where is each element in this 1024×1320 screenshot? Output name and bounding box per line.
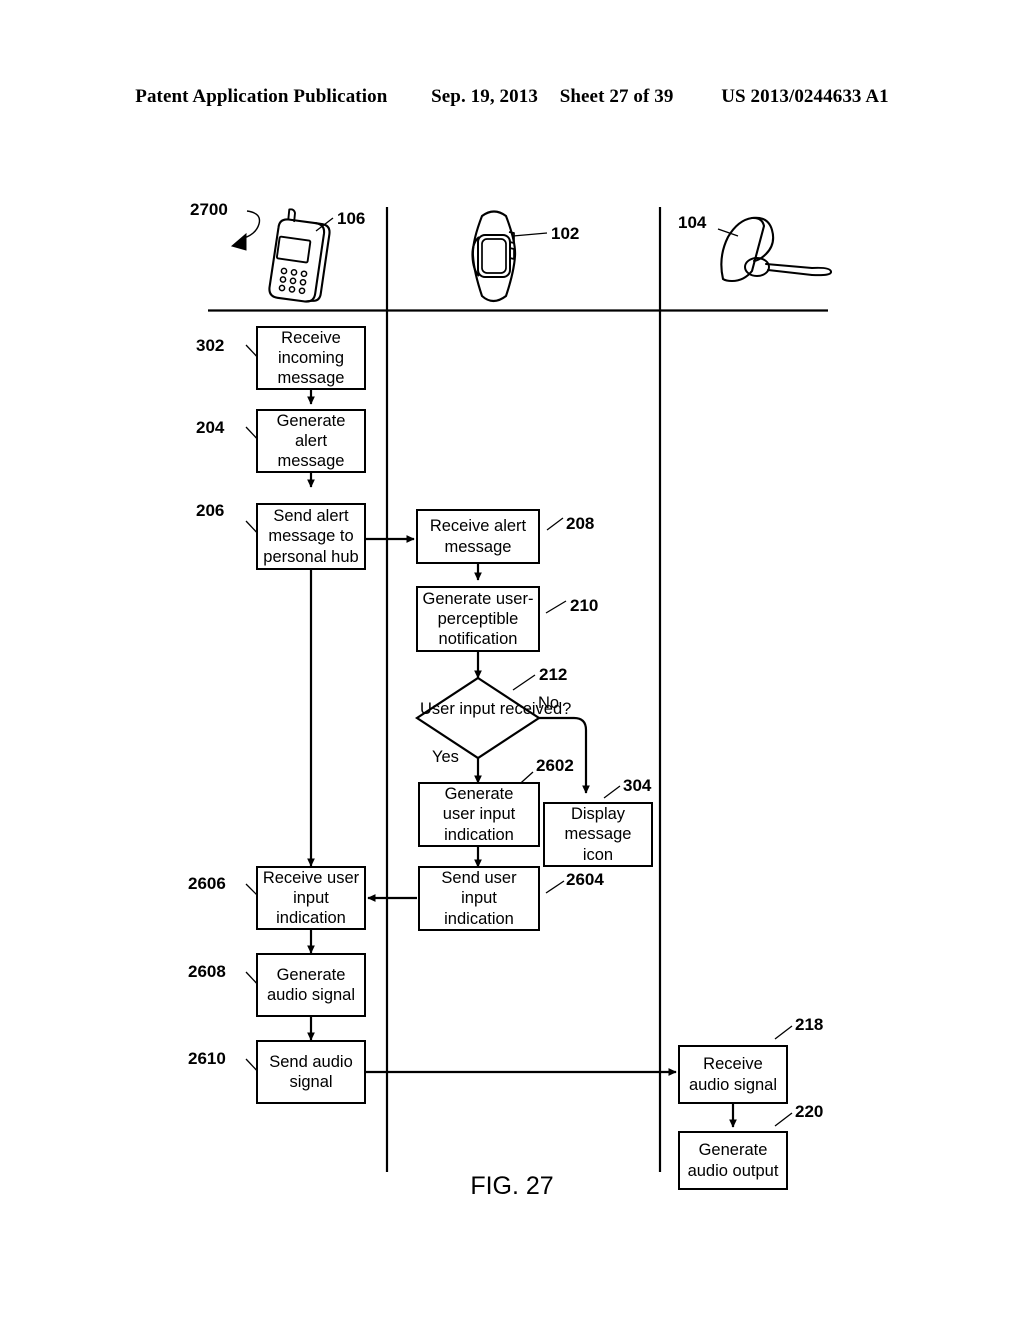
flow-box-204: Generate alert message: [256, 409, 366, 473]
flow-box-2608-line2: audio signal: [266, 986, 356, 1004]
refnum-220: 220: [795, 1102, 824, 1121]
flow-box-210-line1: Generate user-: [422, 589, 534, 608]
flow-box-304-line1: Display: [570, 805, 626, 824]
flow-box-2606-line3: indication: [276, 909, 346, 928]
flow-box-2606: Receive user input indication: [256, 866, 366, 930]
flow-box-304-line3: icon: [582, 845, 614, 864]
patent-figure: 2700 106 102 104 Receive incoming messag…: [0, 0, 1024, 1320]
flow-box-2608-line1: Generate: [276, 965, 346, 984]
flow-box-302-line1: Receive: [281, 328, 341, 347]
flow-box-204-line1: Generate: [276, 411, 346, 430]
flow-box-208-line2: message: [444, 537, 512, 556]
flow-box-302-line3: message: [277, 369, 345, 388]
refnum-102: 102: [551, 224, 580, 243]
flow-box-218-line2: audio signal: [688, 1075, 778, 1094]
refnum-210: 210: [570, 596, 599, 615]
branch-label-yes: Yes: [432, 748, 459, 766]
refnum-208: 208: [566, 514, 595, 533]
flow-box-206-line1: Send alert: [273, 507, 349, 526]
mobile-phone-icon: [268, 208, 331, 303]
refnum-302: 302: [196, 336, 225, 355]
flow-box-2604-line2: input: [461, 889, 497, 908]
figure-ref-leader-2700: [230, 210, 261, 251]
flow-box-206-line3: personal hub: [263, 547, 359, 566]
figure-linework: [208, 207, 832, 1172]
refnum-304: 304: [623, 776, 652, 795]
decision-212-line2: received?: [499, 700, 572, 718]
refnum-212: 212: [539, 665, 568, 684]
flow-box-2604-line3: indication: [444, 909, 514, 928]
flow-box-218: Receive audio signal: [678, 1045, 788, 1104]
flow-box-204-line2: alert: [294, 431, 328, 450]
refnum-2610: 2610: [188, 1049, 226, 1068]
flow-box-208-line1: Receive alert: [429, 517, 527, 536]
flow-box-2602-line1: Generate: [444, 785, 514, 804]
refnum-2604: 2604: [566, 870, 604, 889]
decision-212-line1: User input: [420, 700, 496, 718]
decision-212-label: User input received?: [420, 700, 571, 720]
flow-box-304: Display message icon: [543, 802, 653, 867]
refnum-2608: 2608: [188, 962, 226, 981]
refnum-2602: 2602: [536, 756, 574, 775]
refnum-2700: 2700: [190, 200, 228, 219]
refnum-106: 106: [337, 209, 366, 228]
flow-box-302-line2: incoming: [277, 348, 345, 367]
flow-box-2610-line1: Send audio: [269, 1052, 353, 1071]
flow-box-208: Receive alert message: [416, 509, 540, 564]
flow-box-304-line2: message: [564, 825, 632, 844]
wristwatch-icon: [471, 210, 517, 303]
flow-box-210-line2: perceptible: [437, 609, 519, 628]
flow-box-210-line3: notification: [438, 630, 518, 649]
flow-connectors: [307, 390, 737, 1128]
figure-caption: FIG. 27: [470, 1172, 554, 1200]
refnum-104: 104: [678, 213, 707, 232]
flow-box-2602-line3: indication: [444, 825, 514, 844]
branch-label-no: No: [538, 694, 560, 712]
flow-box-2604: Send user input indication: [418, 866, 540, 931]
flow-box-218-line1: Receive: [703, 1055, 763, 1074]
flow-box-2610: Send audio signal: [256, 1040, 366, 1104]
flow-box-2602: Generate user input indication: [418, 782, 540, 847]
refnum-206: 206: [196, 501, 225, 520]
flow-box-302: Receive incoming message: [256, 326, 366, 390]
flow-box-206: Send alert message to personal hub: [256, 503, 366, 570]
flow-box-220-line1: Generate: [698, 1141, 768, 1160]
bluetooth-headset-icon: [720, 216, 832, 283]
flow-box-206-line2: message to: [268, 527, 354, 546]
refnum-2606: 2606: [188, 874, 226, 893]
flow-box-204-line3: message: [277, 452, 345, 471]
flow-box-2604-line1: Send user: [441, 869, 517, 888]
flow-box-2610-line2: signal: [289, 1073, 333, 1091]
flow-box-2606-line1: Receive user: [262, 868, 360, 887]
flow-box-2606-line2: input: [293, 888, 329, 907]
refnum-204: 204: [196, 418, 225, 437]
refnum-218: 218: [795, 1015, 824, 1034]
flow-box-2608: Generate audio signal: [256, 953, 366, 1017]
flow-box-2602-line2: user input: [442, 805, 516, 824]
flow-box-210: Generate user- perceptible notification: [416, 586, 540, 652]
